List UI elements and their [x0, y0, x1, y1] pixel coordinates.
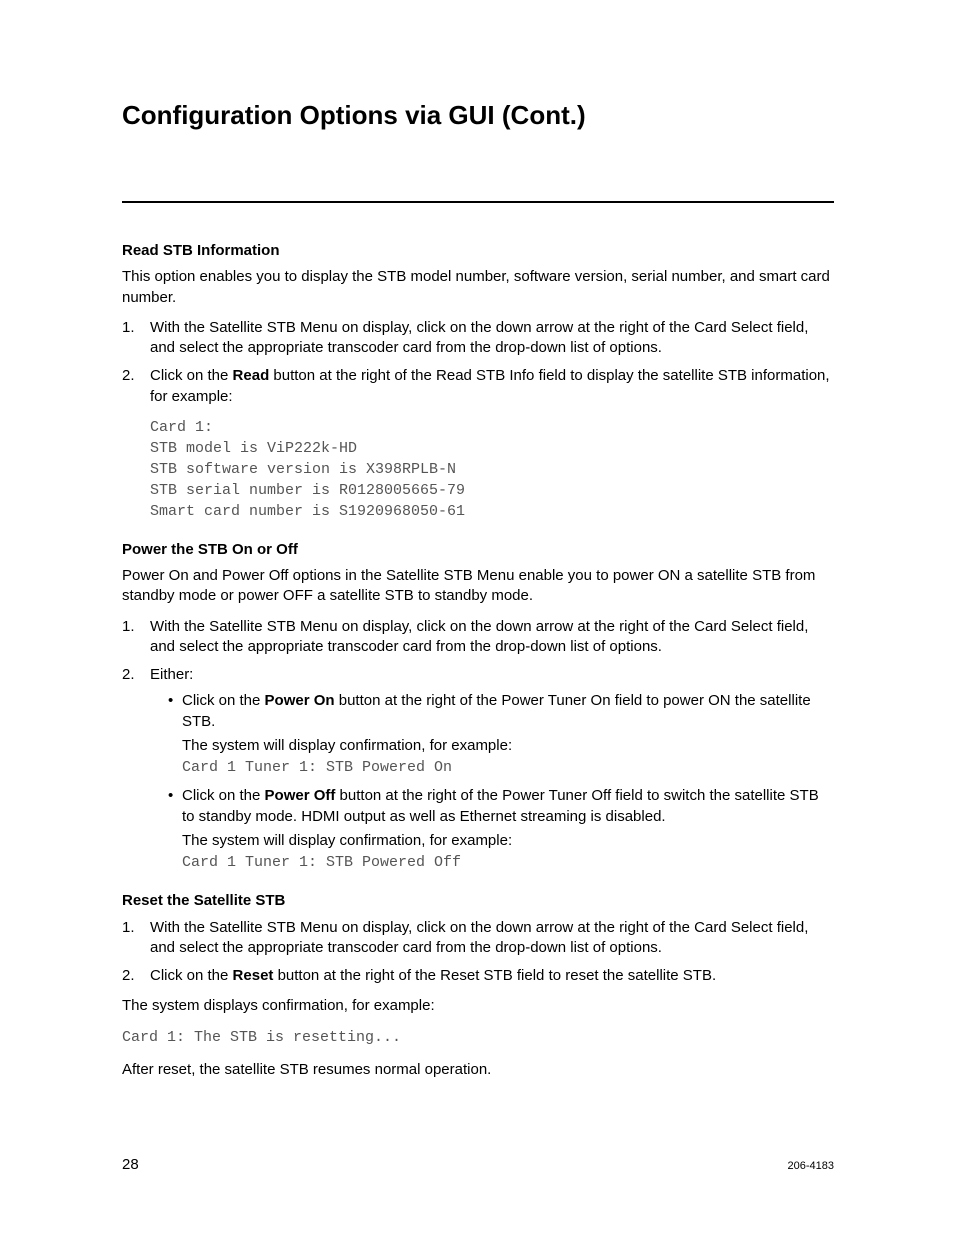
confirmation-text: The system displays confirmation, for ex…: [122, 996, 834, 1016]
power-on-label: Power On: [265, 692, 335, 709]
code-inline: Card 1 Tuner 1: STB Powered On: [182, 758, 834, 778]
sub-item: Click on the Power On button at the righ…: [168, 691, 834, 778]
step-item: 2. Click on the Reset button at the righ…: [122, 966, 834, 986]
heading-power-stb: Power the STB On or Off: [122, 540, 834, 560]
read-button-label: Read: [233, 367, 270, 384]
step-number: 2.: [122, 366, 135, 386]
document-page: Configuration Options via GUI (Cont.) Re…: [0, 0, 954, 1235]
code-inline: Card 1 Tuner 1: STB Powered Off: [182, 853, 834, 873]
step-number: 1.: [122, 318, 135, 338]
step-item: 1. With the Satellite STB Menu on displa…: [122, 918, 834, 959]
confirmation-note: The system will display confirmation, fo…: [182, 736, 834, 756]
document-id: 206-4183: [788, 1160, 835, 1172]
sub-list: Click on the Power On button at the righ…: [150, 691, 834, 873]
after-reset-text: After reset, the satellite STB resumes n…: [122, 1060, 834, 1080]
step-text: Either:: [150, 666, 193, 683]
intro-text: This option enables you to display the S…: [122, 267, 834, 308]
step-number: 2.: [122, 665, 135, 685]
step-text: Click on the Reset button at the right o…: [150, 967, 716, 984]
step-item: 1. With the Satellite STB Menu on displa…: [122, 318, 834, 359]
step-item: 1. With the Satellite STB Menu on displa…: [122, 617, 834, 658]
code-block: Card 1: The STB is resetting...: [122, 1027, 834, 1048]
steps-list: 1. With the Satellite STB Menu on displa…: [122, 617, 834, 874]
page-number: 28: [122, 1156, 139, 1173]
power-off-label: Power Off: [265, 787, 336, 804]
section-read-stb: Read STB Information This option enables…: [122, 241, 834, 522]
sub-text: Click on the Power On button at the righ…: [182, 692, 811, 729]
step-number: 1.: [122, 617, 135, 637]
steps-list: 1. With the Satellite STB Menu on displa…: [122, 318, 834, 407]
step-text: Click on the Read button at the right of…: [150, 367, 830, 404]
sub-item: Click on the Power Off button at the rig…: [168, 786, 834, 873]
step-number: 1.: [122, 918, 135, 938]
section-reset-stb: Reset the Satellite STB 1. With the Sate…: [122, 891, 834, 1080]
page-title: Configuration Options via GUI (Cont.): [122, 100, 834, 131]
reset-button-label: Reset: [233, 967, 274, 984]
divider: [122, 201, 834, 203]
step-text: With the Satellite STB Menu on display, …: [150, 919, 808, 956]
steps-list: 1. With the Satellite STB Menu on displa…: [122, 918, 834, 987]
code-block: Card 1: STB model is ViP222k-HD STB soft…: [150, 417, 834, 522]
section-power-stb: Power the STB On or Off Power On and Pow…: [122, 540, 834, 874]
page-footer: 28 206-4183: [122, 1156, 834, 1173]
heading-read-stb: Read STB Information: [122, 241, 834, 261]
sub-text: Click on the Power Off button at the rig…: [182, 787, 819, 824]
step-item: 2. Either: Click on the Power On button …: [122, 665, 834, 873]
intro-text: Power On and Power Off options in the Sa…: [122, 566, 834, 607]
step-number: 2.: [122, 966, 135, 986]
confirmation-note: The system will display confirmation, fo…: [182, 831, 834, 851]
step-text: With the Satellite STB Menu on display, …: [150, 319, 808, 356]
step-text: With the Satellite STB Menu on display, …: [150, 618, 808, 655]
step-item: 2. Click on the Read button at the right…: [122, 366, 834, 407]
heading-reset-stb: Reset the Satellite STB: [122, 891, 834, 911]
